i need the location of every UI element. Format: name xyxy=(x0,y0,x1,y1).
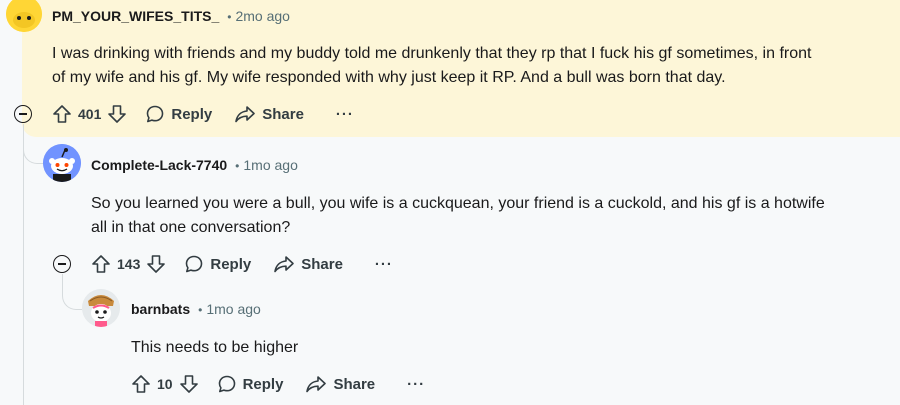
vote-score: 143 xyxy=(117,256,141,272)
reply-button[interactable]: Reply xyxy=(217,374,284,394)
share-label: Share xyxy=(333,375,376,393)
reply-button[interactable]: Reply xyxy=(184,254,251,274)
collapse-thread-button[interactable] xyxy=(14,105,32,123)
thread-connector xyxy=(62,274,82,310)
comment-text-line: This needs to be higher xyxy=(131,339,299,356)
meta-separator: • xyxy=(235,159,240,173)
share-button[interactable]: Share xyxy=(273,254,343,274)
upvote-button[interactable] xyxy=(131,374,151,394)
downvote-button[interactable] xyxy=(107,104,127,124)
comment-text-line: I was drinking with friends and my buddy… xyxy=(52,45,812,62)
comment-meta: barnbats • 1mo ago xyxy=(131,301,261,317)
comment-body: This needs to be higher xyxy=(131,336,298,360)
comment-text-line: all in that one conversation? xyxy=(91,219,291,236)
snoo-avatar-icon xyxy=(82,289,120,327)
comment-meta: PM_YOUR_WIFES_TITS_ • 2mo ago xyxy=(52,8,290,24)
share-arrow-icon xyxy=(274,256,295,273)
collapse-thread-button[interactable] xyxy=(53,255,71,273)
downvote-button[interactable] xyxy=(146,254,166,274)
comment-actions: 10 Reply Share ··· xyxy=(131,370,425,398)
comment-actions: 401 Reply Share ··· xyxy=(52,100,354,128)
comment-body: I was drinking with friends and my buddy… xyxy=(52,42,811,90)
username-link[interactable]: barnbats xyxy=(131,301,190,317)
user-avatar[interactable] xyxy=(82,289,120,327)
reply-label: Reply xyxy=(171,105,213,123)
more-options-button[interactable]: ··· xyxy=(375,256,393,273)
downvote-arrow-icon xyxy=(147,255,166,273)
more-options-button[interactable]: ··· xyxy=(407,376,425,393)
reply-label: Reply xyxy=(210,255,252,273)
meta-separator: • xyxy=(227,10,232,24)
downvote-button[interactable] xyxy=(179,374,199,394)
comment-text-line: So you learned you were a bull, you wife… xyxy=(91,195,825,212)
comment-actions: 143 Reply Share ··· xyxy=(91,250,393,278)
comment-timestamp[interactable]: 1mo ago xyxy=(206,301,260,317)
share-label: Share xyxy=(301,255,343,273)
reply-bubble-icon xyxy=(186,255,203,273)
comment-meta: Complete-Lack-7740 • 1mo ago xyxy=(91,157,298,173)
reply-button[interactable]: Reply xyxy=(145,104,212,124)
thread-line xyxy=(23,124,24,405)
more-options-icon: ··· xyxy=(374,255,393,273)
comment-text-line: of my wife and his gf. My wife responded… xyxy=(52,69,726,86)
upvote-button[interactable] xyxy=(52,104,72,124)
more-options-icon: ··· xyxy=(407,375,426,393)
meta-separator: • xyxy=(198,303,203,317)
upvote-button[interactable] xyxy=(91,254,111,274)
snoo-avatar-icon xyxy=(43,144,81,182)
share-label: Share xyxy=(262,105,304,123)
reply-bubble-icon xyxy=(218,375,235,393)
share-button[interactable]: Share xyxy=(234,104,304,124)
username-link[interactable]: Complete-Lack-7740 xyxy=(91,157,227,173)
user-avatar[interactable] xyxy=(43,144,81,182)
upvote-arrow-icon xyxy=(92,255,110,273)
thread-connector xyxy=(23,124,43,164)
comment-timestamp[interactable]: 1mo ago xyxy=(243,157,297,173)
comment-body: So you learned you were a bull, you wife… xyxy=(91,192,825,240)
upvote-arrow-icon xyxy=(132,375,150,393)
username-link[interactable]: PM_YOUR_WIFES_TITS_ xyxy=(52,8,219,24)
share-button[interactable]: Share xyxy=(305,374,375,394)
comment-timestamp[interactable]: 2mo ago xyxy=(235,8,289,24)
downvote-arrow-icon xyxy=(179,375,198,393)
vote-score: 401 xyxy=(78,106,102,122)
reply-label: Reply xyxy=(242,375,284,393)
upvote-arrow-icon xyxy=(53,105,71,123)
reply-bubble-icon xyxy=(147,105,164,123)
share-arrow-icon xyxy=(306,376,327,393)
more-options-icon: ··· xyxy=(335,105,354,123)
comment-thread: PM_YOUR_WIFES_TITS_ • 2mo ago I was drin… xyxy=(0,0,900,405)
downvote-arrow-icon xyxy=(108,105,127,123)
vote-score: 10 xyxy=(157,376,173,392)
share-arrow-icon xyxy=(235,106,256,123)
more-options-button[interactable]: ··· xyxy=(336,106,354,123)
